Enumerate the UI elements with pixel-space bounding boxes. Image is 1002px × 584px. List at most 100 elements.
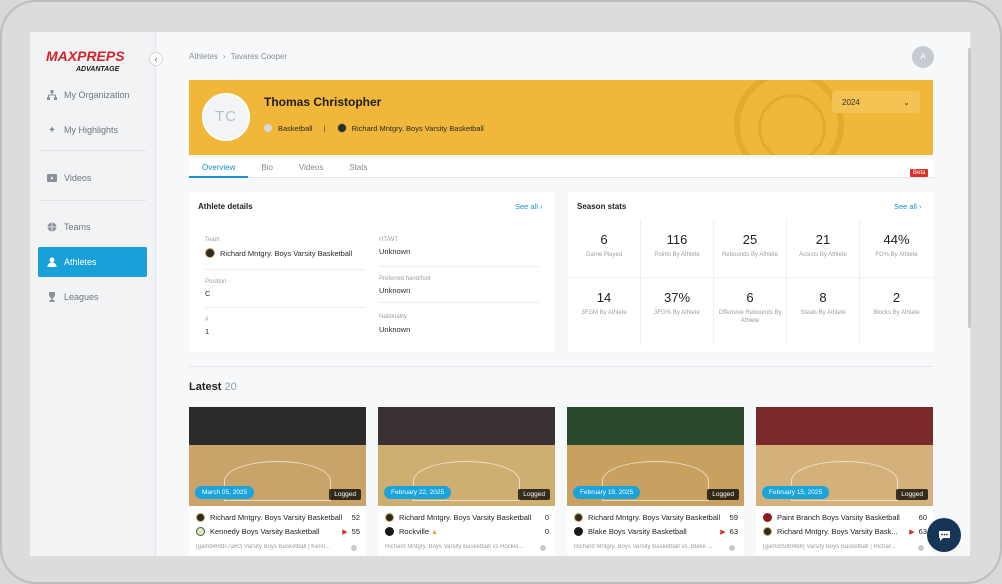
team-name: Richard Mntgry. Boys Varsity Basketball (588, 513, 721, 522)
team-score: 0 (544, 513, 549, 522)
team-name: Blake Boys Varsity Basketball (588, 527, 687, 536)
scrollbar[interactable] (968, 48, 971, 328)
position-label: Position (205, 279, 227, 285)
divider (379, 302, 539, 303)
video-card[interactable]: February 19, 2025 Logged Richard Mntgry.… (567, 407, 744, 556)
device-frame: MAXPREPS ADVANTAGE ‹ My Organization ✦ M… (0, 0, 1002, 584)
video-description: [gamd05fbf4b6] Varsity Boys Basketball |… (763, 544, 896, 550)
winner-arrow-icon: ▶ (909, 528, 915, 536)
season-stats-see-all-link[interactable]: See all › (894, 202, 922, 211)
chevron-left-icon: ‹ (154, 54, 158, 64)
chevron-down-icon: ⌄ (903, 97, 910, 107)
team-row: Richard Mntgry. Boys Varsity Basketball … (196, 513, 360, 522)
season-select[interactable]: 2024 ⌄ (832, 91, 920, 113)
athlete-details-card: Athlete details See all › Team Richard M… (189, 192, 554, 352)
stat-value: 37% (663, 290, 691, 305)
video-date: February 19, 2025 (573, 486, 641, 499)
stat-offensive-rebounds: 6 Offensive Rebounds By Athlete (714, 278, 787, 346)
sidebar-item-my-organization[interactable]: My Organization (38, 80, 147, 110)
stat-3fgm: 14 3FGM By Athlete (568, 278, 641, 346)
sidebar-item-athletes[interactable]: Athletes (38, 247, 147, 277)
season-stats-card: Season stats See all › 6 Game Played 116 P… (568, 192, 933, 352)
winner-arrow-icon: ▶ (720, 528, 726, 536)
athlete-details-title: Athlete details (198, 202, 253, 211)
team-logo-icon (385, 513, 394, 522)
tab-overview[interactable]: Overview (189, 159, 249, 178)
team-logo-icon (205, 248, 215, 258)
season-stats-title: Season stats (577, 202, 627, 211)
chat-bubble-icon (938, 530, 950, 541)
latest-title: Latest (189, 381, 222, 393)
latest-heading: Latest 20 (189, 381, 237, 393)
info-icon[interactable] (918, 545, 924, 551)
divider (205, 307, 365, 308)
video-card[interactable]: February 22, 2025 Logged Richard Mntgry.… (378, 407, 555, 556)
chevron-right-icon: › (919, 202, 922, 211)
athlete-meta: Basketball | Richard Mntgry. Boys Varsit… (264, 123, 484, 133)
basketball-icon (40, 222, 64, 232)
sidebar-item-my-highlights[interactable]: ✦ My Highlights (38, 115, 147, 145)
team-row: Rockville ▲ 0 (385, 527, 549, 536)
stat-label: FG% By Athlete (875, 252, 918, 258)
video-card[interactable]: February 15, 2025 Logged Paint Branch Bo… (756, 407, 933, 556)
video-description: Richard Mntgry. Boys Varsity Basketball … (574, 544, 713, 550)
tab-bio[interactable]: Bio (248, 159, 286, 178)
info-icon[interactable] (351, 545, 357, 551)
season-value: 2024 (842, 97, 860, 107)
tab-stats[interactable]: Stats (336, 159, 380, 178)
beta-badge: Beta (910, 169, 929, 177)
maxpreps-logo[interactable]: MAXPREPS ADVANTAGE (46, 48, 136, 74)
collapse-sidebar-button[interactable]: ‹ (149, 52, 163, 66)
team-logo-icon (763, 527, 772, 536)
video-date: February 22, 2025 (384, 486, 452, 499)
info-icon[interactable] (729, 545, 735, 551)
logged-badge: Logged (518, 489, 550, 500)
athlete-hero-banner: TC Thomas Christopher Basketball | Richa… (189, 80, 933, 155)
stat-value: 21 (815, 232, 831, 247)
team-row: Kennedy Boys Varsity Basketball ▶ 55 (196, 527, 360, 536)
info-icon[interactable] (540, 545, 546, 551)
athlete-details-see-all-link[interactable]: See all › (515, 202, 543, 211)
team-name: Richard Mntgry. Boys Varsity Basketball (210, 513, 343, 522)
team-row: Richard Mntgry. Boys Varsity Bask... ▶ 6… (763, 527, 927, 536)
breadcrumb-separator: › (222, 52, 226, 61)
team-row: Paint Branch Boys Varsity Basketball 60 (763, 513, 927, 522)
sidebar-item-videos[interactable]: Videos (38, 163, 147, 193)
user-avatar[interactable]: A (912, 46, 934, 68)
sidebar-item-label: My Highlights (64, 125, 119, 135)
logged-badge: Logged (329, 489, 361, 500)
tab-videos[interactable]: Videos (286, 159, 336, 178)
sidebar-item-label: Videos (64, 173, 92, 183)
stat-label: Game Played (585, 252, 623, 258)
team-logo-icon (574, 527, 583, 536)
nationality-value: Unknown (379, 325, 411, 334)
team-score: 52 (351, 513, 360, 522)
stat-label: Assists By Athlete (799, 252, 847, 258)
breadcrumb-athletes-link[interactable]: Athletes (189, 52, 218, 61)
team-label: Team (205, 237, 220, 243)
sidebar-item-leagues[interactable]: Leagues (38, 282, 147, 312)
see-all-label: See all (515, 202, 538, 211)
trophy-icon (40, 292, 64, 302)
video-card[interactable]: March 05, 2025 Logged Richard Mntgry. Bo… (189, 407, 366, 556)
athlete-name: Thomas Christopher (264, 95, 382, 109)
stat-label: Points By Athlete (654, 252, 700, 258)
sidebar-divider (40, 150, 146, 151)
profile-tabs: Overview Bio Videos Stats (189, 159, 933, 178)
winner-arrow-icon: ▶ (342, 528, 348, 536)
warning-icon: ▲ (431, 529, 439, 536)
sidebar-divider (40, 200, 146, 201)
athlete-team[interactable]: Richard Mntgry. Boys Varsity Basketball (352, 124, 484, 133)
stat-value: 6 (600, 232, 608, 247)
stat-blocks: 2 Blocks By Athlete (860, 278, 933, 346)
stat-value: 116 (666, 232, 688, 247)
athlete-sport: Basketball (278, 123, 313, 133)
chevron-right-icon: › (540, 202, 543, 211)
basketball-icon (264, 124, 272, 132)
divider (205, 269, 365, 270)
team-row: Blake Boys Varsity Basketball ▶ 63 (574, 527, 738, 536)
sparkle-icon: ✦ (47, 124, 57, 136)
section-divider (189, 366, 933, 367)
chat-button[interactable] (927, 518, 961, 552)
sidebar-item-teams[interactable]: Teams (38, 212, 147, 242)
